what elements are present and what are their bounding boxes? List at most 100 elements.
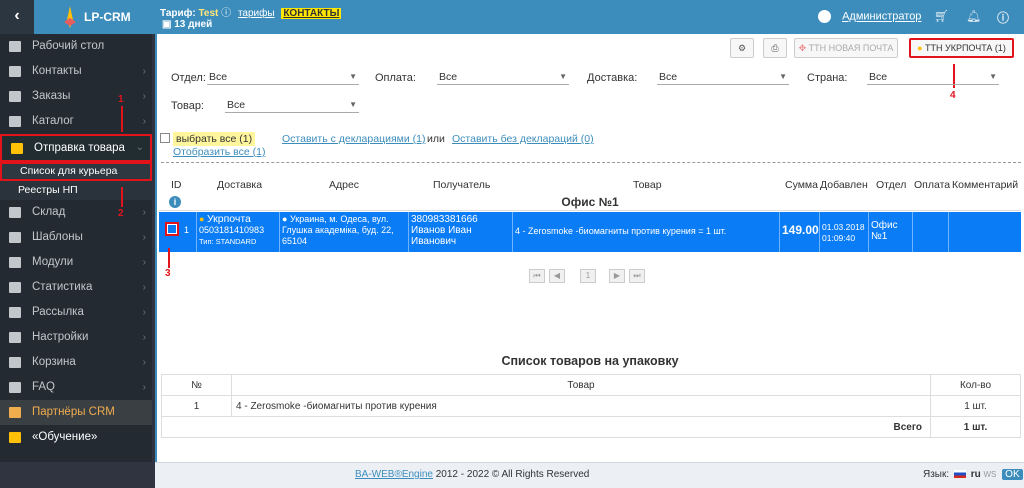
logo-text: LP-CRM xyxy=(84,10,131,24)
sidebar-item-faq[interactable]: FAQ › xyxy=(0,375,152,400)
prev-page-button[interactable]: ◀ xyxy=(549,269,565,283)
page-number[interactable]: 1 xyxy=(580,269,596,283)
ttn-novaposhta-button[interactable]: ✥ ТТН НОВАЯ ПОЧТА xyxy=(794,38,898,58)
move-icon: ✥ xyxy=(798,43,809,53)
map-marker-icon: ● xyxy=(917,43,925,53)
select-all-label[interactable]: выбрать все (1) xyxy=(173,132,256,146)
last-page-button[interactable]: ⏭ xyxy=(629,269,645,283)
print-button[interactable]: ⎙ xyxy=(763,38,787,58)
sidebar-item-label: FAQ xyxy=(32,381,56,393)
table-row[interactable]: 1 ● Укрпочта 0503181410983 Тип: STANDARD… xyxy=(159,212,1021,252)
cart-icon[interactable]: 🛒︎ xyxy=(934,9,949,23)
chevron-down-icon: ⌄ xyxy=(135,142,144,153)
annotation-2: 2 xyxy=(118,208,124,219)
sidebar-item-learning[interactable]: «Обучение» xyxy=(0,425,152,450)
chevron-right-icon: › xyxy=(142,91,146,102)
sidebar-item-partners[interactable]: Партнёры CRM xyxy=(0,400,152,425)
col-comment: Комментарий xyxy=(952,179,1019,191)
office-value: Офис №1 xyxy=(871,220,898,242)
tariffs-link[interactable]: тарифы xyxy=(238,8,275,19)
contacts-link[interactable]: КОНТАКТЫ xyxy=(281,8,342,19)
recipient-phone: 380983381666 xyxy=(411,214,478,225)
sidebar-item-orders[interactable]: Заказы › xyxy=(0,84,152,109)
otdel-label: Отдел: xyxy=(171,72,206,84)
packing-col-n: № xyxy=(161,374,232,396)
user-icon xyxy=(818,10,831,23)
annotation-4: 4 xyxy=(950,90,956,101)
sidebar-item-label: Шаблоны xyxy=(32,231,83,243)
sidebar-item-templates[interactable]: Шаблоны › xyxy=(0,225,152,250)
otdel-select[interactable]: Все ▼ xyxy=(207,71,359,85)
sidebar-subitem-courier-list[interactable]: Список для курьера xyxy=(0,162,152,181)
sidebar-item-desktop[interactable]: Рабочий стол xyxy=(0,34,152,59)
chevron-left-icon[interactable]: ‹ xyxy=(0,0,34,34)
language-switcher[interactable]: Язык: ru WS OK xyxy=(923,469,1023,480)
tovar-select[interactable]: Все ▼ xyxy=(225,99,359,113)
sidebar-item-shipping[interactable]: Отправка товара ⌄ xyxy=(0,134,152,162)
packing-list-title: Список товаров на упаковку xyxy=(501,354,679,368)
sidebar-item-trash[interactable]: Корзина › xyxy=(0,350,152,375)
leave-with-declarations-link[interactable]: Оставить с декларациями (1) xyxy=(282,133,425,145)
product-cell: 4 - Zerosmoke -биомагниты против курения… xyxy=(513,212,780,252)
info-icon[interactable]: ⓘ xyxy=(221,8,231,19)
sidebar-item-label: Склад xyxy=(32,206,66,218)
copyright: BA-WEB®Engine 2012 - 2022 © All Rights R… xyxy=(355,469,589,480)
sidebar-item-label: Партнёры CRM xyxy=(32,406,115,418)
next-page-button[interactable]: ▶ xyxy=(609,269,625,283)
user-name[interactable]: Администратор xyxy=(842,11,921,23)
select-all-checkbox[interactable] xyxy=(160,133,170,143)
ttn-ukrposhta-button[interactable]: ● ТТН УКРПОЧТА (1) xyxy=(909,38,1014,58)
oplata-select[interactable]: Все ▼ xyxy=(437,71,569,85)
truck-icon xyxy=(11,143,23,154)
chevron-right-icon: › xyxy=(142,116,146,127)
strana-select[interactable]: Все ▼ xyxy=(867,71,999,85)
chevron-right-icon: › xyxy=(142,232,146,243)
caret-down-icon: ▼ xyxy=(559,72,567,81)
first-page-button[interactable]: ⏮ xyxy=(529,269,545,283)
days-left: ▣ 13 дней xyxy=(162,19,212,30)
sidebar-item-contacts[interactable]: Контакты › xyxy=(0,59,152,84)
gear-button[interactable]: ⚙ xyxy=(730,38,754,58)
annotation-arrow xyxy=(121,187,123,207)
packing-table: № Товар Кол-во 1 4 - Zerosmoke -биомагни… xyxy=(161,374,1021,438)
dostavka-select[interactable]: Все ▼ xyxy=(657,71,789,85)
sidebar-item-label: Контакты xyxy=(32,65,82,77)
chevron-right-icon: › xyxy=(142,332,146,343)
tariff-info: Тариф: Test ⓘ тарифы КОНТАКТЫ xyxy=(160,4,342,19)
group-header-row: i Офис №1 xyxy=(159,194,1021,211)
packing-col-product: Товар xyxy=(231,374,931,396)
leave-without-declarations-link[interactable]: Оставить без деклараций (0) xyxy=(452,133,594,145)
footer: BA-WEB®Engine 2012 - 2022 © All Rights R… xyxy=(155,462,1024,488)
sidebar-item-catalog[interactable]: Каталог › xyxy=(0,109,152,134)
sidebar-item-warehouse[interactable]: Склад › xyxy=(0,200,152,225)
row-checkbox[interactable] xyxy=(165,222,179,236)
oplata-value: Все xyxy=(439,71,458,83)
sidebar-item-label: «Обучение» xyxy=(32,431,98,443)
delivery-name: Укрпочта xyxy=(206,213,251,225)
delivery-cell: ● Укрпочта 0503181410983 Тип: STANDARD xyxy=(197,212,280,252)
sidebar-item-modules[interactable]: Модули › xyxy=(0,250,152,275)
sidebar-item-settings[interactable]: Настройки › xyxy=(0,325,152,350)
row-select-cell[interactable]: 1 xyxy=(159,212,197,252)
user-menu[interactable]: Администратор xyxy=(818,10,921,23)
show-all-link[interactable]: Отобразить все (1) xyxy=(173,146,265,158)
sidebar-item-statistics[interactable]: Статистика › xyxy=(0,275,152,300)
money-icon xyxy=(9,91,21,102)
sidebar-item-mailing[interactable]: Рассылка › xyxy=(0,300,152,325)
annotation-1: 1 xyxy=(118,94,124,105)
chevron-right-icon: › xyxy=(142,282,146,293)
col-delivery: Доставка xyxy=(217,179,263,191)
days-left-text: 13 дней xyxy=(174,19,213,30)
ok-button[interactable]: OK xyxy=(1002,469,1023,480)
bell-icon[interactable]: 🔔︎ xyxy=(966,9,981,23)
sidebar-item-label: Заказы xyxy=(32,90,71,102)
handshake-icon xyxy=(9,407,21,418)
sidebar-item-label: Модули xyxy=(32,256,74,268)
payment-cell xyxy=(913,212,949,252)
logo[interactable]: LP-CRM xyxy=(34,0,152,34)
info-icon[interactable]: ⓘ xyxy=(996,9,1010,25)
brand-link[interactable]: BA-WEB®Engine xyxy=(355,469,433,480)
col-id: ID xyxy=(171,179,182,191)
col-product: Товар xyxy=(633,179,662,191)
sidebar-subitem-np-registers[interactable]: Реестры НП xyxy=(0,181,152,200)
